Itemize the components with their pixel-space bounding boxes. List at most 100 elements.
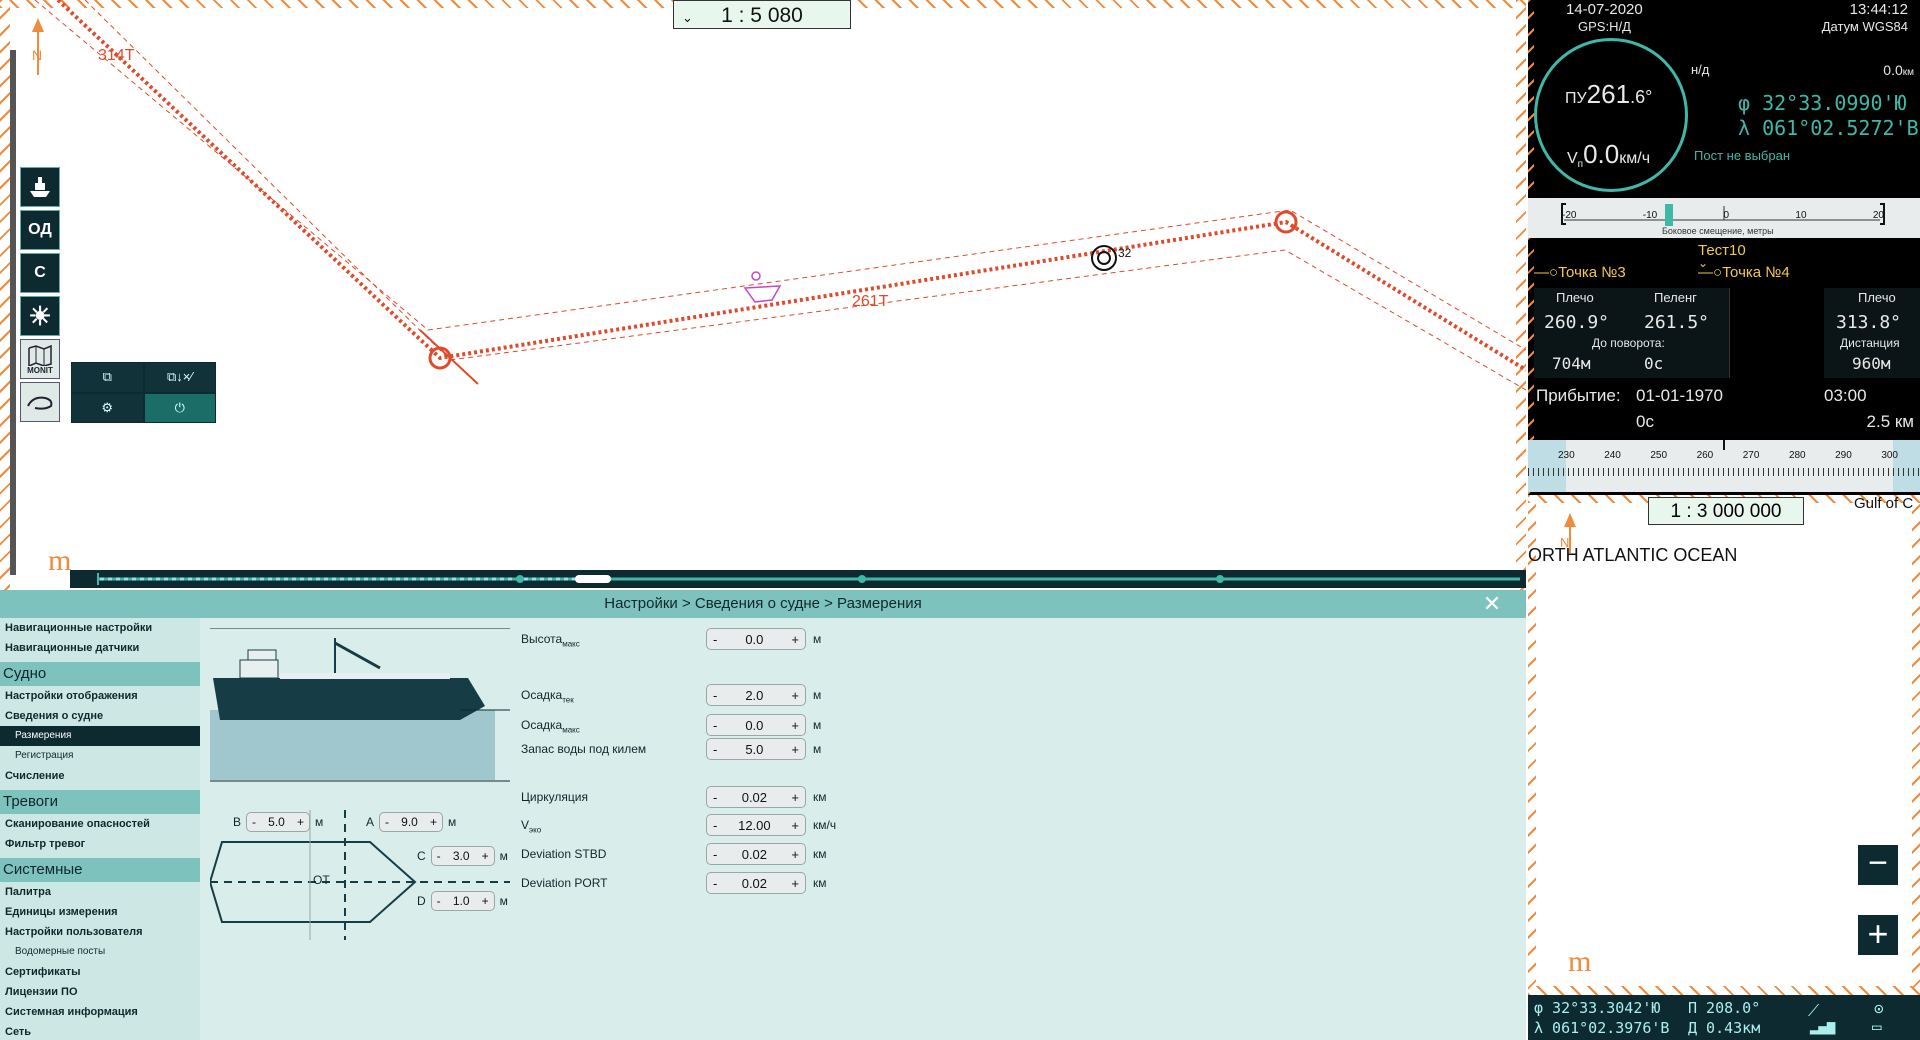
field-stepper[interactable]: - 5.0 +	[706, 738, 806, 760]
field-stepper[interactable]: - 2.0 +	[706, 684, 806, 706]
dim-d-value[interactable]: 1.0	[453, 894, 470, 908]
map-edit-button[interactable]: ⧉↓×∕	[144, 363, 215, 392]
close-icon[interactable]: ✕	[1480, 592, 1504, 616]
nav-item[interactable]: Фильтр тревог	[0, 834, 200, 854]
decrement-button[interactable]: -	[713, 632, 717, 647]
gps-icon[interactable]: ⊙	[1874, 999, 1884, 1018]
increment-button[interactable]: +	[791, 632, 799, 647]
ship-centering-button[interactable]	[20, 167, 60, 207]
dim-b-value[interactable]: 5.0	[268, 815, 285, 829]
increment-button[interactable]: +	[791, 876, 799, 891]
field-value[interactable]: 0.02	[742, 876, 767, 891]
field-label: Циркуляция	[521, 790, 588, 804]
field-stepper[interactable]: - 0.02 +	[706, 786, 806, 808]
nav-item[interactable]: Сертификаты	[0, 962, 200, 982]
wp-to[interactable]: —○Точка №4	[1698, 264, 1790, 281]
nav-item[interactable]: Палитра	[0, 882, 200, 902]
dim-d-stepper[interactable]: -1.0 +	[430, 891, 495, 911]
decrement-button[interactable]: -	[713, 847, 717, 862]
nav-item[interactable]: Единицы измерения	[0, 902, 200, 922]
nav-item[interactable]: Сведения о судне	[0, 706, 200, 726]
decrement-button[interactable]: -	[713, 790, 717, 805]
decrement-button[interactable]: -	[385, 815, 389, 829]
scale-selector[interactable]: ⌄ 1 : 5 080	[673, 0, 851, 29]
decrement-button[interactable]: -	[713, 688, 717, 703]
field-value[interactable]: 0.02	[742, 790, 767, 805]
zoom-out-button[interactable]: −	[1858, 845, 1898, 885]
nav-item[interactable]: Настройки пользователя	[0, 922, 200, 942]
decrement-button[interactable]: -	[713, 876, 717, 891]
wifi-off-icon[interactable]: ⟋	[1808, 1001, 1819, 1021]
screen-icon[interactable]: ▭	[1872, 1017, 1882, 1036]
distance-value: 960м	[1852, 354, 1891, 373]
nav-subitem[interactable]: Регистрация	[0, 746, 200, 766]
wp-from[interactable]: —○Точка №3	[1534, 264, 1626, 281]
nav-item[interactable]: Лицензии ПО	[0, 982, 200, 1002]
increment-button[interactable]: +	[791, 742, 799, 757]
overview-scale[interactable]: 1 : 3 000 000	[1648, 497, 1804, 525]
increment-button[interactable]: +	[482, 894, 489, 908]
nav-subitem[interactable]: Водомерные посты	[0, 942, 200, 962]
main-chart[interactable]: N m 314T 261T 32 ⌄ 1 : 5 080 ОД С ☀ MONI…	[0, 0, 1526, 590]
increment-button[interactable]: +	[791, 818, 799, 833]
nav-section[interactable]: Судно	[0, 662, 200, 686]
nav-subitem-active[interactable]: Размерения	[0, 726, 200, 746]
power-button[interactable]: ⏻	[144, 393, 215, 422]
route-button[interactable]	[20, 382, 60, 422]
nav-section[interactable]: Системные	[0, 858, 200, 882]
field-row-draft-max: Осадкамакс - 0.0 + м	[521, 714, 861, 738]
field-value[interactable]: 0.0	[745, 632, 763, 647]
dim-c-stepper[interactable]: -3.0 +	[430, 846, 495, 866]
dim-c-value[interactable]: 3.0	[453, 849, 470, 863]
decrement-button[interactable]: -	[437, 849, 441, 863]
field-value[interactable]: 5.0	[745, 742, 763, 757]
field-stepper[interactable]: - 0.0 +	[706, 714, 806, 736]
decrement-button[interactable]: -	[713, 818, 717, 833]
heading-speed-dial[interactable]: ПУ261.6° Vп0.0км/ч	[1534, 38, 1688, 192]
increment-button[interactable]: +	[791, 688, 799, 703]
dim-b-row: B -5.0 + м	[233, 812, 323, 832]
dim-a-stepper[interactable]: -9.0 +	[379, 812, 444, 832]
dim-a-value[interactable]: 9.0	[401, 815, 418, 829]
c-button[interactable]: С	[20, 253, 60, 293]
chart-settings-button[interactable]: ⚙	[72, 393, 143, 422]
field-stepper[interactable]: - 0.02 +	[706, 843, 806, 865]
to-turn-label: До поворота:	[1592, 336, 1665, 350]
field-row-keel-clearance: Запас воды под килем - 5.0 + м	[521, 738, 861, 762]
dim-a-unit: м	[448, 815, 457, 829]
nav-item[interactable]: Настройки отображения	[0, 686, 200, 706]
decrement-button[interactable]: -	[252, 815, 256, 829]
increment-button[interactable]: +	[482, 849, 489, 863]
overview-map[interactable]: 1 : 3 000 000 Gulf of C ORTH ATLANTIC OC…	[1528, 495, 1920, 995]
field-value[interactable]: 2.0	[745, 688, 763, 703]
field-value[interactable]: 0.02	[742, 847, 767, 862]
od-button[interactable]: ОД	[20, 210, 60, 250]
zoom-in-button[interactable]: +	[1858, 915, 1898, 955]
nav-item[interactable]: Навигационные настройки	[0, 618, 200, 638]
increment-button[interactable]: +	[297, 815, 304, 829]
field-value[interactable]: 12.00	[738, 818, 771, 833]
monit-button[interactable]: MONIT	[20, 339, 60, 379]
increment-button[interactable]: +	[430, 815, 437, 829]
increment-button[interactable]: +	[791, 790, 799, 805]
increment-button[interactable]: +	[791, 847, 799, 862]
field-stepper[interactable]: - 12.00 +	[706, 814, 806, 836]
nav-item[interactable]: Системная информация	[0, 1002, 200, 1022]
nav-item[interactable]: Сканирование опасностей	[0, 814, 200, 834]
field-stepper[interactable]: - 0.02 +	[706, 872, 806, 894]
decrement-button[interactable]: -	[713, 718, 717, 733]
nav-item[interactable]: Счисление	[0, 766, 200, 786]
decrement-button[interactable]: -	[713, 742, 717, 757]
increment-button[interactable]: +	[791, 718, 799, 733]
decrement-button[interactable]: -	[437, 894, 441, 908]
field-value[interactable]: 0.0	[745, 718, 763, 733]
playback-timeline[interactable]	[70, 570, 1526, 588]
field-stepper[interactable]: - 0.0 +	[706, 628, 806, 650]
nav-section[interactable]: Тревоги	[0, 790, 200, 814]
nav-item[interactable]: Сеть	[0, 1022, 200, 1040]
dim-b-stepper[interactable]: -5.0 +	[246, 812, 311, 832]
day-night-button[interactable]: ☀	[20, 296, 60, 336]
map-layers-button[interactable]: ⧉	[72, 363, 143, 392]
signal-icon[interactable]: ▂▄▆	[1810, 1019, 1835, 1035]
nav-item[interactable]: Навигационные датчики	[0, 638, 200, 658]
